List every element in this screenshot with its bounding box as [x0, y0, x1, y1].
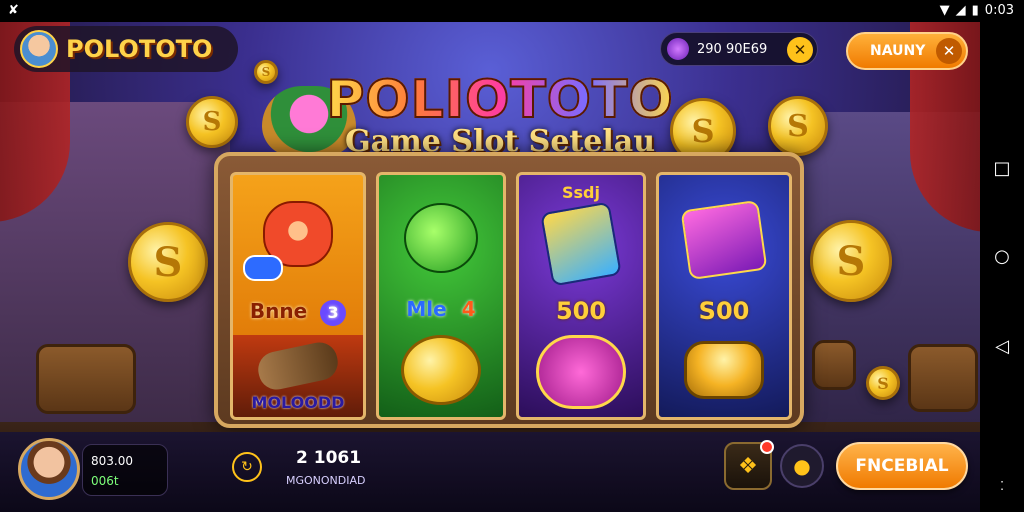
apple-icon: [404, 203, 478, 273]
barrel-left: [36, 344, 136, 414]
crystal-icon: [540, 201, 622, 287]
stat-1: 803.00: [91, 454, 133, 468]
reel-2[interactable]: Mle 4: [376, 172, 506, 420]
center-value: 2 1061: [296, 448, 362, 468]
reel-1[interactable]: Bnne 3 MOLOODD: [230, 172, 366, 420]
wifi-icon: ▼: [939, 3, 950, 18]
close-icon[interactable]: ✕: [787, 37, 813, 63]
status-icons: ▼ ◢ ▮ 0:03: [940, 3, 1014, 18]
spin-icon[interactable]: ↻: [232, 452, 262, 482]
gift-icon: ❖: [738, 453, 758, 479]
reel-3-label: 500: [555, 297, 607, 325]
coin-icon: S: [186, 96, 238, 148]
home-button[interactable]: ○: [990, 244, 1014, 268]
reel-1-bottom-label: MOLOODD: [251, 393, 345, 412]
status-time: 0:03: [984, 3, 1014, 18]
battery-icon: ▮: [971, 3, 979, 18]
reel-4-label: S00: [698, 297, 750, 325]
balance-value: 290 90E69: [697, 41, 768, 57]
signal-icon: ◢: [955, 3, 966, 18]
slot-machine: Bnne 3 MOLOODD Mle 4 Ssdj 500 S00: [214, 152, 804, 428]
heart-icon: [536, 335, 626, 409]
status-app-icon: ✘: [8, 3, 19, 18]
game-title: POLIOTOTO: [325, 69, 674, 131]
center-subtitle: MGONONDIAD: [286, 474, 366, 487]
gift-button[interactable]: ❖: [724, 440, 774, 490]
player-stats: 803.00 006t: [82, 444, 168, 496]
bottom-bar: 803.00 006t ↻ 2 1061 MGONONDIAD ❖ ● FNCE…: [0, 432, 980, 512]
notification-dot: [760, 440, 774, 454]
reel-2-number: 4: [461, 297, 476, 321]
top-action-label: NAUNY: [870, 43, 926, 59]
coin-icon: S: [810, 220, 892, 302]
title-block: POLIOTOTO Game Slot Setelau: [250, 66, 750, 166]
logo-text: POLOTOTO: [66, 35, 213, 63]
coin-icon: S: [128, 222, 208, 302]
reel-2-text: Mle: [406, 297, 447, 321]
gem-icon: [667, 38, 689, 60]
more-icon[interactable]: ⁚: [990, 474, 1014, 498]
gem-icon: [243, 255, 283, 281]
recents-button[interactable]: □: [990, 156, 1014, 180]
barrel-right-small: [812, 340, 856, 390]
avatar: [20, 30, 58, 68]
coin-icon: S: [866, 366, 900, 400]
android-nav-bar: □ ○ ◁ ⁚: [980, 22, 1024, 512]
close-icon[interactable]: ✕: [936, 38, 962, 64]
coin-icon: S: [768, 96, 828, 156]
status-bar: ✘ ▼ ◢ ▮ 0:03: [0, 0, 1024, 22]
shop-button[interactable]: ●: [780, 444, 824, 488]
coin-pot-icon: [684, 341, 764, 399]
play-button[interactable]: FNCEBIAL: [836, 442, 968, 490]
chest-icon: [680, 199, 768, 281]
reel-1-number: 3: [320, 300, 347, 326]
reel-1-text: Bnne: [249, 299, 308, 323]
reel-4[interactable]: S00: [656, 172, 792, 420]
reel-1-label: Bnne 3: [233, 299, 363, 326]
coin-icon: [401, 335, 481, 405]
bag-icon: ●: [793, 454, 811, 478]
back-button[interactable]: ◁: [990, 334, 1014, 358]
game-screen: S S S S S S S POLOTOTO 290 90E69 ✕ NAUNY…: [0, 22, 980, 512]
balance-pill[interactable]: 290 90E69 ✕: [660, 32, 818, 66]
stat-2: 006t: [91, 474, 119, 488]
reel-3[interactable]: Ssdj 500: [516, 172, 646, 420]
game-logo[interactable]: POLOTOTO: [14, 26, 238, 72]
top-action-button[interactable]: NAUNY ✕: [846, 32, 968, 70]
player-avatar[interactable]: [18, 438, 80, 500]
reel-3-top-label: Ssdj: [562, 183, 600, 202]
reel-2-label: Mle 4: [379, 297, 503, 321]
barrel-right: [908, 344, 978, 412]
